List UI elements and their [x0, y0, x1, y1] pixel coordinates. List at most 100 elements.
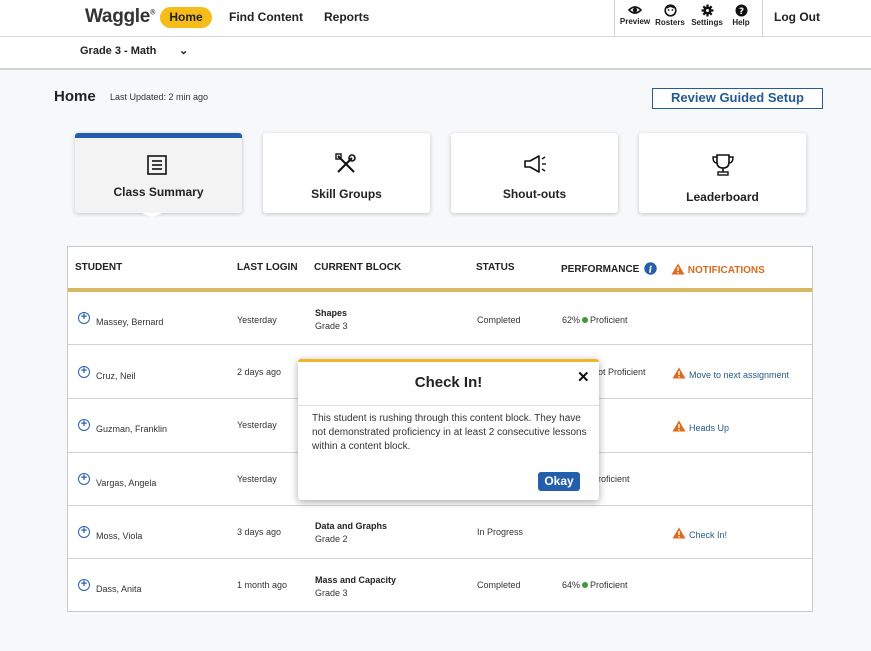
notification-link[interactable]: Heads Up	[689, 423, 729, 433]
svg-text:i: i	[649, 265, 653, 275]
eye-icon	[628, 6, 642, 14]
card-class-summary[interactable]: Class Summary	[75, 133, 242, 213]
help-icon: ?	[735, 4, 747, 17]
proficient-dot-icon	[582, 317, 589, 323]
info-icon[interactable]: i	[644, 262, 657, 275]
expand-icon[interactable]: +	[78, 579, 90, 591]
block-name: Mass and Capacity	[315, 575, 397, 585]
expand-icon[interactable]: +	[78, 526, 90, 538]
expand-icon[interactable]: +	[78, 473, 90, 485]
help-button[interactable]: ? Help	[723, 4, 759, 27]
nav-find-content[interactable]: Find Content	[229, 10, 303, 24]
card-shout-outs[interactable]: Shout-outs	[451, 133, 618, 213]
preview-label: Preview	[619, 17, 651, 26]
expand-icon[interactable]: +	[78, 366, 90, 378]
notifications-label: NOTIFICATIONS	[687, 265, 765, 276]
notification-link[interactable]: Check In!	[689, 530, 727, 540]
last-login: 3 days ago	[237, 527, 282, 537]
column-notifications[interactable]: NOTIFICATIONS	[671, 263, 765, 276]
proficient-dot-icon	[582, 582, 589, 588]
column-student[interactable]: STUDENT	[75, 262, 122, 273]
notification-link[interactable]: Move to next assignment	[689, 370, 789, 380]
review-guided-setup-button[interactable]: Review Guided Setup	[652, 88, 823, 109]
last-login: 2 days ago	[237, 367, 282, 377]
block-grade: Grade 3	[315, 588, 348, 598]
student-name[interactable]: Vargas, Angela	[96, 478, 156, 488]
status: Completed	[477, 580, 521, 590]
performance-percent: 62%	[562, 315, 581, 325]
card-label: Leaderboard	[686, 190, 759, 204]
student-name[interactable]: Moss, Viola	[96, 531, 142, 541]
block-name: Data and Graphs	[315, 521, 388, 531]
active-card-indicator	[142, 213, 162, 217]
logo-text: Waggle	[85, 6, 151, 27]
list-icon	[147, 155, 167, 175]
student-name[interactable]: Guzman, Franklin	[96, 424, 167, 434]
face-icon	[663, 4, 677, 17]
logout-button[interactable]: Log Out	[774, 10, 820, 24]
last-login: Yesterday	[237, 474, 277, 484]
check-in-modal: Check In! ✕ This student is rushing thro…	[298, 359, 599, 500]
column-performance[interactable]: PERFORMANCE i	[561, 262, 657, 275]
performance-percent: 64%	[562, 580, 581, 590]
warning-icon	[672, 367, 686, 379]
expand-icon[interactable]: +	[78, 312, 90, 324]
performance-label: roficient	[598, 474, 630, 484]
student-name[interactable]: Cruz, Neil	[96, 371, 136, 381]
chevron-down-icon[interactable]: ⌄	[179, 44, 188, 57]
last-updated: Last Updated: 2 min ago	[110, 92, 209, 102]
modal-title: Check In!	[414, 374, 483, 391]
divider	[298, 405, 599, 406]
warning-icon	[672, 420, 686, 432]
grade-selector[interactable]: Grade 3 - Math	[80, 45, 156, 57]
modal-body: This student is rushing through this con…	[312, 413, 587, 452]
okay-button[interactable]: Okay	[538, 472, 580, 491]
status: In Progress	[477, 527, 524, 537]
card-label: Class Summary	[113, 185, 204, 199]
divider	[614, 0, 615, 37]
tools-icon	[335, 153, 356, 173]
performance-label: PERFORMANCE	[561, 264, 640, 275]
waggle-logo[interactable]: Waggle®	[85, 6, 155, 28]
block-name: Shapes	[315, 308, 348, 318]
settings-label: Settings	[691, 18, 723, 27]
last-login: Yesterday	[237, 315, 277, 325]
nav-home[interactable]: Home	[160, 7, 212, 28]
warning-icon	[672, 527, 686, 539]
student-name[interactable]: Dass, Anita	[96, 584, 142, 594]
table-row: + Moss, Viola 3 days ago Data and Graphs…	[68, 506, 812, 559]
page-title: Home	[54, 88, 96, 105]
column-current-block[interactable]: CURRENT BLOCK	[314, 262, 401, 273]
performance-label: Proficient	[590, 580, 628, 590]
column-status[interactable]: STATUS	[476, 262, 515, 273]
nav-reports[interactable]: Reports	[324, 10, 369, 24]
expand-icon[interactable]: +	[78, 419, 90, 431]
svg-text:?: ?	[738, 7, 743, 17]
card-leaderboard[interactable]: Leaderboard	[639, 133, 806, 213]
block-grade: Grade 2	[315, 534, 348, 544]
card-skill-groups[interactable]: Skill Groups	[263, 133, 430, 213]
rosters-label: Rosters	[655, 18, 685, 27]
column-last-login[interactable]: LAST LOGIN	[237, 262, 298, 273]
grade-bar: Grade 3 - Math ⌄	[0, 37, 871, 70]
gear-icon	[701, 4, 713, 17]
help-label: Help	[732, 18, 750, 27]
table-row: + Massey, Bernard Yesterday Shapes Grade…	[68, 292, 812, 345]
last-login: 1 month ago	[237, 580, 288, 590]
table-row: + Dass, Anita 1 month ago Mass and Capac…	[68, 559, 812, 612]
preview-button[interactable]: Preview	[617, 4, 653, 26]
status: Completed	[477, 315, 521, 325]
rosters-button[interactable]: Rosters	[652, 4, 688, 27]
performance: 62% Proficient	[562, 315, 628, 325]
card-label: Skill Groups	[311, 187, 382, 201]
performance: 64% Proficient	[562, 580, 628, 590]
performance-label: ot Proficient	[598, 367, 646, 377]
top-bar: Waggle® Home Find Content Reports Previe…	[0, 0, 871, 37]
performance-label: Proficient	[590, 315, 628, 325]
divider	[762, 0, 763, 37]
student-name[interactable]: Massey, Bernard	[96, 317, 163, 327]
last-login: Yesterday	[237, 420, 277, 430]
trophy-icon	[712, 154, 734, 176]
settings-button[interactable]: Settings	[689, 4, 725, 27]
close-icon[interactable]: ✕	[577, 368, 590, 386]
